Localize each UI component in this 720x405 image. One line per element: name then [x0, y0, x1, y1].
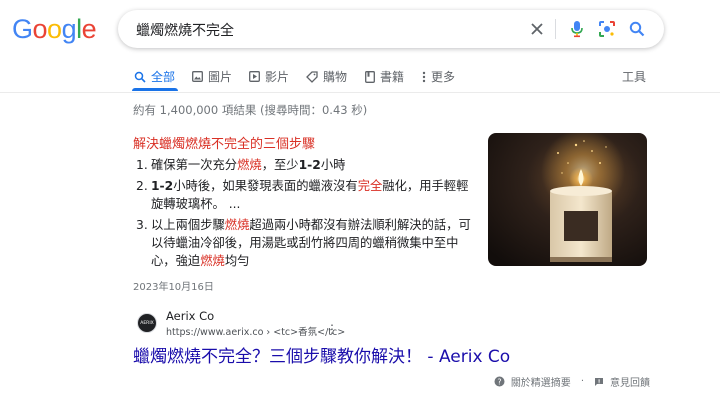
- step-number: 2.: [136, 179, 148, 193]
- tab-label: 購物: [323, 70, 348, 84]
- search-box[interactable]: 蠟燭燃燒不完全: [118, 10, 664, 48]
- search-divider: [555, 19, 556, 39]
- active-tab-indicator: [132, 88, 178, 91]
- result-stats: 約有 1,400,000 項結果 (搜尋時間：0.43 秒): [133, 103, 368, 117]
- step-text: 以上兩個步驟燃燒超過兩小時都沒有辦法順利解決的話，可以待蠟油冷卻後，用湯匙或刮竹…: [151, 218, 471, 268]
- featured-steps-list: 1. 確保第一次充分燃燒，至少1-2小時 2. 1-2小時後，如果發現表面的蠟液…: [136, 156, 478, 273]
- header-divider: [0, 92, 720, 93]
- step-text: 確保第一次充分燃燒，至少1-2小時: [151, 158, 346, 172]
- tab-label: 全部: [151, 70, 176, 84]
- feedback-link[interactable]: 意見回饋: [610, 374, 650, 389]
- more-options-icon[interactable]: ⋮: [326, 322, 338, 336]
- list-item: 2. 1-2小時後，如果發現表面的蠟液沒有完全融化，用手輕輕旋轉玻璃杯。 ...: [136, 177, 478, 213]
- svg-text:?: ?: [497, 377, 501, 386]
- tools-button[interactable]: 工具: [622, 68, 646, 85]
- result-source[interactable]: AERIX Aerix Co https://www.aerix.co › <t…: [133, 307, 493, 338]
- snippet-date: 2023年10月16日: [133, 282, 214, 293]
- tab-label: 圖片: [208, 70, 233, 84]
- image-icon: [192, 71, 203, 82]
- more-vert-icon: [422, 71, 426, 82]
- search-input[interactable]: 蠟燭燃燒不完全: [136, 20, 234, 40]
- feedback-icon: [595, 377, 603, 386]
- site-name: Aerix Co: [166, 309, 215, 323]
- tab-books[interactable]: 書籍: [365, 68, 404, 85]
- site-favicon: AERIX: [137, 313, 157, 333]
- step-number: 3.: [136, 218, 148, 232]
- tag-icon: [306, 70, 318, 83]
- lens-icon[interactable]: [596, 18, 618, 40]
- step-text: 1-2小時後，如果發現表面的蠟液沒有完全融化，用手輕輕旋轉玻璃杯。 ...: [151, 179, 469, 211]
- featured-snippet-heading: 解決蠟燭燃燒不完全的三個步驟: [133, 137, 316, 152]
- result-title-link[interactable]: 蠟燭燃燒不完全？三個步驟教你解決！ - Aerix Co: [133, 342, 510, 367]
- candle-thumbnail[interactable]: [488, 133, 647, 266]
- list-item: 1. 確保第一次充分燃燒，至少1-2小時: [136, 156, 478, 174]
- google-logo[interactable]: Google: [12, 14, 97, 45]
- tab-label: 更多: [431, 70, 456, 84]
- clear-icon[interactable]: [526, 18, 548, 40]
- site-url: https://www.aerix.co › <tc>香氛</tc>: [166, 327, 346, 338]
- snippet-footer: ? 關於精選摘要 · 意見回饋: [494, 374, 650, 389]
- tab-label: 書籍: [380, 70, 405, 84]
- microphone-icon[interactable]: [566, 18, 588, 40]
- tab-label: 影片: [265, 70, 290, 84]
- search-icon[interactable]: [626, 18, 648, 40]
- tab-all[interactable]: 全部: [134, 68, 175, 85]
- list-item: 3. 以上兩個步驟燃燒超過兩小時都沒有辦法順利解決的話，可以待蠟油冷卻後，用湯匙…: [136, 216, 478, 270]
- footer-separator: ·: [580, 376, 584, 387]
- video-icon: [249, 71, 260, 82]
- tab-images[interactable]: 圖片: [192, 68, 232, 85]
- step-number: 1.: [136, 158, 148, 172]
- search-icon: [134, 71, 146, 83]
- tab-shopping[interactable]: 購物: [306, 68, 347, 85]
- about-snippets-link[interactable]: 關於精選摘要: [511, 374, 571, 389]
- tab-videos[interactable]: 影片: [249, 68, 289, 85]
- book-icon: [365, 70, 375, 83]
- help-icon: ?: [494, 376, 505, 387]
- tab-more[interactable]: 更多: [422, 68, 455, 85]
